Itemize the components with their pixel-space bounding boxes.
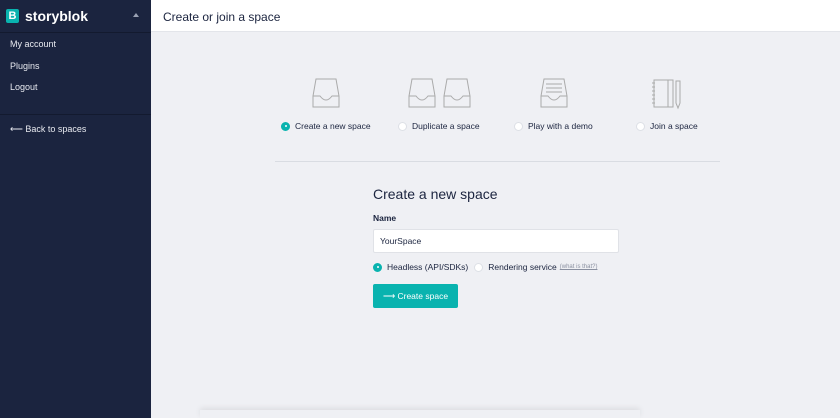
option-label: Create a new space: [295, 121, 371, 131]
create-space-form: Create a new space Name Headless (API/SD…: [373, 186, 620, 308]
what-is-that-link[interactable]: (what is that?): [560, 264, 598, 270]
radio[interactable]: [636, 121, 645, 131]
radio-selected[interactable]: [281, 121, 290, 131]
radio-headless[interactable]: [373, 262, 382, 272]
radio[interactable]: [398, 121, 407, 131]
form-title: Create a new space: [373, 186, 498, 202]
option-label: Join a space: [650, 121, 698, 131]
headless-label: Headless (API/SDKs): [387, 262, 469, 272]
option-duplicate-space[interactable]: Duplicate a space: [398, 121, 480, 131]
sidebar: B storyblok My account Plugins Logout ⟵ …: [0, 0, 151, 418]
radio-rendering-service[interactable]: [474, 262, 484, 272]
brand-name: storyblok: [25, 8, 89, 24]
sidebar-item-logout[interactable]: Logout: [0, 77, 151, 99]
sidebar-item-plugins[interactable]: Plugins: [0, 56, 151, 78]
bottom-panel-shadow: [200, 410, 640, 418]
option-label: Duplicate a space: [412, 121, 480, 131]
inbox-tray-icon[interactable]: [312, 78, 340, 108]
option-play-demo[interactable]: Play with a demo: [514, 121, 593, 131]
create-space-button[interactable]: ⟶ Create space: [373, 284, 458, 308]
storyblok-logo-icon: B: [6, 9, 19, 23]
brand[interactable]: B storyblok: [0, 0, 151, 33]
sidebar-item-my-account[interactable]: My account: [0, 34, 151, 56]
rendering-service-label: Rendering service: [488, 262, 557, 272]
radio[interactable]: [514, 121, 523, 131]
option-label: Play with a demo: [528, 121, 593, 131]
option-create-new-space[interactable]: Create a new space: [281, 121, 371, 131]
page-title: Create or join a space: [163, 10, 281, 24]
name-label: Name: [373, 213, 397, 223]
divider: [275, 161, 720, 162]
back-to-spaces-link[interactable]: ⟵ Back to spaces: [0, 115, 151, 144]
duplicate-tray-icon[interactable]: [408, 78, 472, 108]
header: Create or join a space: [151, 0, 840, 32]
space-options: Create a new space Duplicate a space Pla…: [275, 78, 720, 138]
caret-up-icon[interactable]: [133, 13, 139, 17]
notebook-icon[interactable]: [651, 78, 683, 110]
option-join-space[interactable]: Join a space: [636, 121, 698, 131]
space-name-input[interactable]: [373, 229, 619, 253]
demo-tray-icon[interactable]: [540, 78, 568, 108]
